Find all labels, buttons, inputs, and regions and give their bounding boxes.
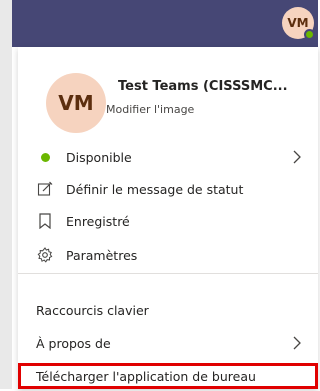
gear-icon — [36, 246, 54, 264]
settings-label: Paramètres — [66, 247, 138, 263]
profile-name: Test Teams (CISSSMC... — [118, 79, 312, 94]
chevron-right-icon — [293, 336, 301, 350]
about-item[interactable]: À propos de — [18, 328, 318, 358]
about-label: À propos de — [36, 335, 111, 351]
saved-item[interactable]: Enregistré — [18, 206, 318, 236]
highlight-box — [18, 363, 318, 389]
set-status-message-item[interactable]: Définir le message de statut — [18, 174, 318, 204]
keyboard-shortcuts-item[interactable]: Raccourcis clavier — [18, 295, 318, 325]
bookmark-icon — [36, 212, 54, 230]
available-status-icon — [36, 148, 54, 166]
header-presence-icon — [304, 29, 315, 40]
saved-label: Enregistré — [66, 213, 130, 229]
profile-name-bold: Test Teams — [118, 79, 199, 94]
settings-item[interactable]: Paramètres — [18, 240, 318, 270]
header-avatar-initials: VM — [287, 16, 309, 30]
edit-image-link[interactable]: Modifier l'image — [106, 103, 194, 116]
chevron-right-icon — [293, 150, 301, 164]
keyboard-shortcuts-label: Raccourcis clavier — [36, 302, 149, 318]
status-label: Disponible — [66, 149, 132, 165]
menu-divider — [18, 273, 318, 274]
left-rail — [0, 0, 12, 389]
status-menu-item[interactable]: Disponible — [18, 142, 318, 172]
profile-avatar-initials: VM — [58, 91, 94, 115]
profile-name-rest: (CISSSMC... — [198, 79, 288, 94]
profile-menu-panel: VM Test Teams (CISSSMC... Modifier l'ima… — [18, 47, 318, 389]
app-header-bar — [0, 0, 318, 47]
set-status-message-label: Définir le message de statut — [66, 181, 244, 197]
profile-avatar[interactable]: VM — [46, 73, 106, 133]
edit-message-icon — [36, 180, 54, 198]
